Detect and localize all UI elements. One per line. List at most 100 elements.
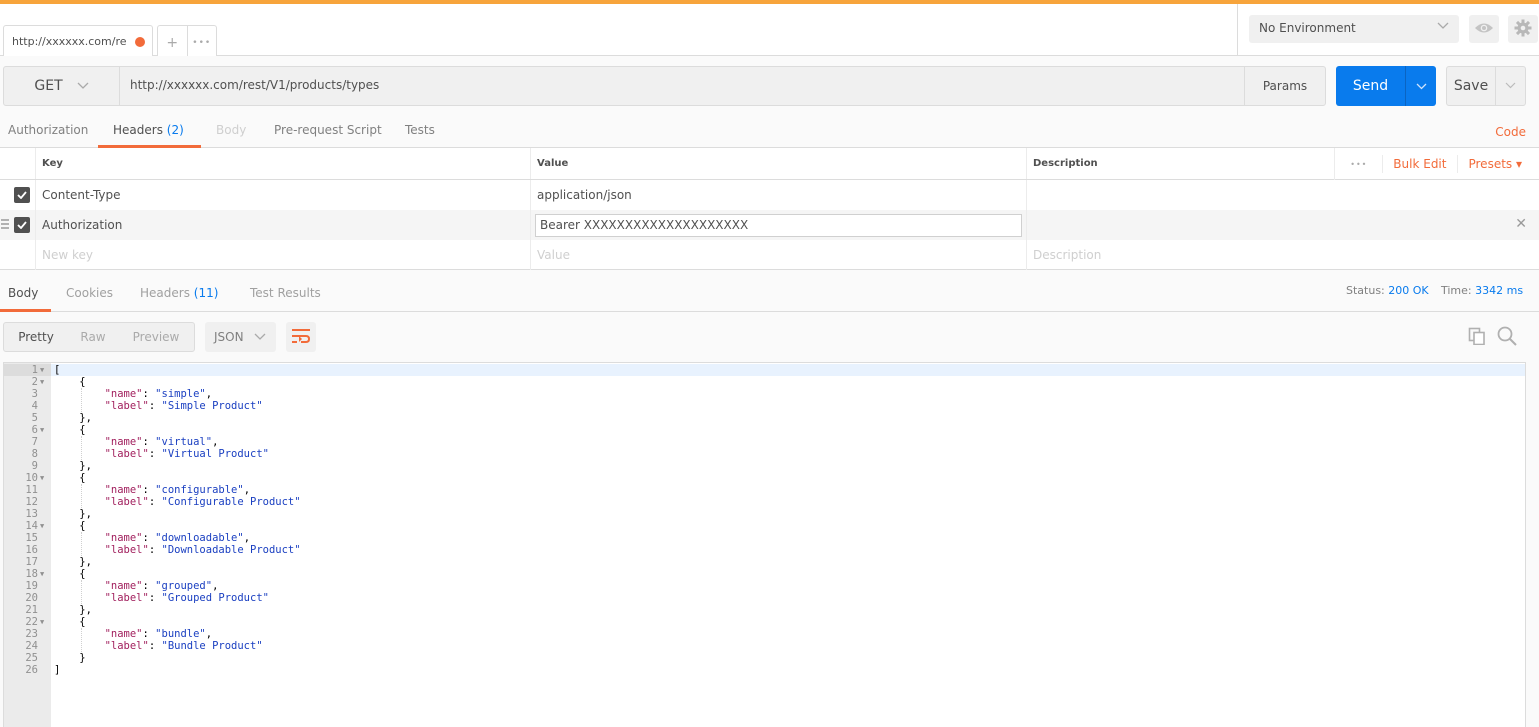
code-text: { <box>54 568 86 580</box>
save-dropdown-button[interactable] <box>1496 67 1525 105</box>
header-key[interactable]: Content-Type <box>35 180 530 210</box>
code-text: }, <box>54 412 92 424</box>
response-tab-headers[interactable]: Headers (11) <box>140 286 218 300</box>
header-enabled-checkbox[interactable] <box>14 187 30 203</box>
response-tab-cookies[interactable]: Cookies <box>66 286 113 300</box>
drag-handle-icon[interactable] <box>1 219 9 231</box>
presets-button[interactable]: Presets ▾ <box>1457 155 1539 173</box>
search-button[interactable] <box>1496 326 1518 348</box>
headers-count: (2) <box>166 123 184 137</box>
tab-tests[interactable]: Tests <box>405 123 435 137</box>
code-line: 24 "label": "Bundle Product" <box>4 640 1525 652</box>
code-text: { <box>54 376 86 388</box>
tab-body[interactable]: Body <box>216 123 246 137</box>
environment-quick-look-button[interactable] <box>1469 15 1499 43</box>
code-text: { <box>54 424 86 436</box>
column-value: Value <box>530 148 1026 179</box>
wrap-lines-button[interactable] <box>286 322 316 352</box>
header-enabled-checkbox[interactable] <box>14 217 30 233</box>
code-text: "name": "downloadable", <box>104 532 251 544</box>
line-number: 8 <box>31 448 38 460</box>
new-description-input[interactable]: Description <box>1026 240 1539 270</box>
line-number: 5 <box>31 412 38 424</box>
new-value-input[interactable]: Value <box>530 240 1026 270</box>
fold-toggle-icon[interactable]: ▼ <box>40 616 44 628</box>
fold-toggle-icon[interactable]: ▼ <box>40 472 44 484</box>
environment-select[interactable]: No Environment <box>1249 15 1459 43</box>
code-line: 18 ▼ { <box>4 568 1525 580</box>
code-text: } <box>54 652 86 664</box>
fold-toggle-icon[interactable]: ▼ <box>40 568 44 580</box>
column-key: Key <box>35 148 530 179</box>
tab-label: Test Results <box>250 286 321 300</box>
line-number: 24 <box>25 640 38 652</box>
request-tab-title: http://xxxxxx.com/rest/V1/products/types <box>12 35 127 48</box>
url-input[interactable]: http://xxxxxx.com/rest/V1/products/types <box>120 66 1245 106</box>
tab-label: Cookies <box>66 286 113 300</box>
chevron-down-icon <box>1505 81 1516 92</box>
method-select[interactable]: GET <box>3 66 120 106</box>
time-label: Time: <box>1441 284 1472 297</box>
code-text: }, <box>54 460 92 472</box>
bulk-edit-button[interactable]: Bulk Edit <box>1382 155 1457 173</box>
header-value-cell: Bearer XXXXXXXXXXXXXXXXXXXX <box>530 210 1026 240</box>
time-value: 3342 ms <box>1475 284 1524 297</box>
new-tab-button[interactable]: + <box>158 26 188 59</box>
response-status: Status: 200 OK <box>1346 284 1429 297</box>
header-description[interactable] <box>1026 210 1539 240</box>
view-mode-group: Pretty Raw Preview <box>3 322 195 352</box>
request-tab[interactable]: http://xxxxxx.com/rest/V1/products/types <box>3 25 153 59</box>
tab-label: Headers <box>113 123 163 137</box>
code-text: { <box>54 520 86 532</box>
send-button[interactable]: Send <box>1336 66 1406 106</box>
tab-headers[interactable]: Headers (2) <box>113 123 184 137</box>
line-number: 13 <box>25 508 38 520</box>
request-tabs: Authorization Headers (2) Body Pre-reque… <box>0 114 1539 148</box>
environment-label: No Environment <box>1259 21 1356 35</box>
view-preview-button[interactable]: Preview <box>118 323 194 351</box>
tab-more-button[interactable]: ••• <box>188 26 217 59</box>
code-line: 8 "label": "Virtual Product" <box>4 448 1525 460</box>
header-description[interactable] <box>1026 180 1539 210</box>
view-pretty-button[interactable]: Pretty <box>4 323 68 351</box>
params-button[interactable]: Params <box>1244 66 1326 106</box>
code-line: 21 }, <box>4 604 1525 616</box>
response-tabs: Body Cookies Headers (11) Test Results S… <box>0 270 1539 312</box>
chevron-down-icon <box>254 331 266 344</box>
indent-guide <box>81 532 82 556</box>
response-tab-test-results[interactable]: Test Results <box>250 286 321 300</box>
environment-settings-button[interactable] <box>1508 15 1538 43</box>
delete-row-icon[interactable]: ✕ <box>1515 216 1527 232</box>
copy-button[interactable] <box>1466 326 1488 348</box>
fold-toggle-icon[interactable]: ▼ <box>40 520 44 532</box>
tab-label: Headers <box>140 286 190 300</box>
tab-pre-request-script[interactable]: Pre-request Script <box>274 123 382 137</box>
save-button[interactable]: Save <box>1447 67 1496 105</box>
line-number: 20 <box>25 592 38 604</box>
new-key-input[interactable]: New key <box>35 240 530 270</box>
chevron-down-icon <box>1416 80 1427 93</box>
code-text: "name": "simple", <box>104 388 213 400</box>
code-text: "name": "configurable", <box>104 484 251 496</box>
tab-authorization[interactable]: Authorization <box>8 123 88 137</box>
header-value[interactable]: application/json <box>530 180 1026 210</box>
code-line: 7 "name": "virtual", <box>4 436 1525 448</box>
line-number: 16 <box>25 544 38 556</box>
response-tab-body[interactable]: Body <box>8 286 38 300</box>
header-value-input[interactable]: Bearer XXXXXXXXXXXXXXXXXXXX <box>535 214 1022 237</box>
format-label: JSON <box>214 330 244 344</box>
send-dropdown-button[interactable] <box>1406 66 1436 106</box>
fold-toggle-icon[interactable]: ▼ <box>40 376 44 388</box>
line-number: 19 <box>25 580 38 592</box>
fold-toggle-icon[interactable]: ▼ <box>40 364 44 376</box>
code-line: 13 }, <box>4 508 1525 520</box>
format-select[interactable]: JSON <box>205 322 276 352</box>
code-link[interactable]: Code <box>1495 125 1526 139</box>
line-number: 4 <box>31 400 38 412</box>
view-raw-button[interactable]: Raw <box>68 323 118 351</box>
header-key[interactable]: Authorization <box>35 210 530 240</box>
more-options-button[interactable]: ••• <box>1334 148 1382 180</box>
response-body-editor[interactable]: 1 ▼[2 ▼ {3 "name": "simple", 4 "label": "Si… <box>3 362 1526 727</box>
status-label: Status: <box>1346 284 1385 297</box>
fold-toggle-icon[interactable]: ▼ <box>40 424 44 436</box>
